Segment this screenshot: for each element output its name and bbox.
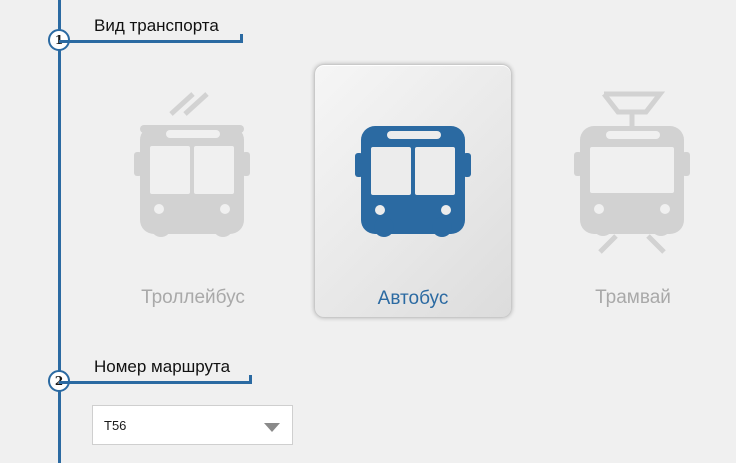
trolleybus-label: Троллейбус — [141, 287, 245, 308]
tram-icon — [574, 91, 690, 254]
chevron-down-icon — [264, 423, 280, 432]
route-number-value: Т56 — [104, 418, 127, 433]
step-2-title: Номер маршрута — [94, 357, 231, 376]
step-2-underline-tick — [249, 375, 252, 382]
transport-option-trolleybus[interactable]: Троллейбус — [94, 64, 292, 318]
trolleybus-icon — [134, 92, 250, 237]
transport-option-bus[interactable]: Автобус — [314, 64, 512, 318]
step-1-underline — [59, 40, 243, 43]
bus-label: Автобус — [377, 288, 449, 309]
transport-option-tram[interactable]: Трамвай — [534, 64, 732, 318]
step-1-title: Вид транспорта — [94, 16, 219, 35]
bus-icon — [355, 126, 471, 237]
step-1-underline-tick — [240, 34, 243, 41]
route-number-select[interactable]: Т56 — [92, 405, 293, 445]
step-2-underline — [59, 381, 252, 384]
tram-label: Трамвай — [595, 287, 671, 308]
step-timeline-line — [58, 0, 61, 463]
